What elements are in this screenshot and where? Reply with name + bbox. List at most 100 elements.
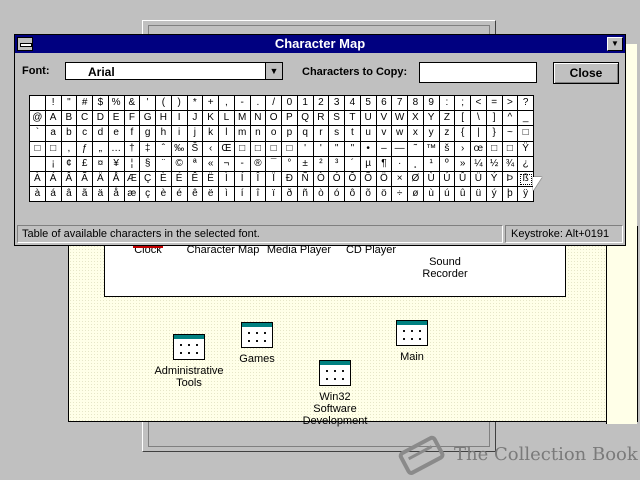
characters-to-copy-input[interactable] <box>419 62 537 83</box>
character-cell[interactable]: á <box>45 187 62 203</box>
character-cell[interactable]: # <box>77 96 93 112</box>
character-cell[interactable]: g <box>140 126 156 142</box>
character-cell[interactable]: ‡ <box>140 141 156 157</box>
character-cell[interactable]: ê <box>187 187 204 203</box>
character-cell[interactable]: - <box>234 96 251 112</box>
character-cell[interactable]: R <box>313 111 330 127</box>
character-cell[interactable]: " <box>329 141 345 157</box>
title-bar[interactable]: Character Map <box>15 35 625 53</box>
character-cell[interactable]: = <box>486 96 503 112</box>
character-cell[interactable]: M <box>234 111 251 127</box>
character-cell[interactable]: Å <box>108 171 125 188</box>
character-cell[interactable]: T <box>345 111 361 127</box>
character-cell[interactable]: Ä <box>93 171 109 188</box>
character-cell[interactable]: — <box>392 141 408 157</box>
character-cell[interactable]: É <box>171 171 188 188</box>
character-cell[interactable]: x <box>408 126 424 142</box>
character-cell[interactable]: ' <box>140 96 156 112</box>
character-cell[interactable]: Ò <box>313 171 330 188</box>
character-cell[interactable]: 4 <box>345 96 361 112</box>
character-cell[interactable]: í <box>234 187 251 203</box>
character-cell[interactable]: Ÿ <box>518 141 534 157</box>
character-cell[interactable]: _ <box>518 111 534 127</box>
character-cell[interactable]: š <box>439 141 456 157</box>
character-cell[interactable]: □ <box>282 141 298 157</box>
character-cell[interactable]: û <box>455 187 471 203</box>
character-cell[interactable]: Ø <box>408 171 424 188</box>
character-cell[interactable]: ô <box>345 187 361 203</box>
character-cell[interactable]: « <box>203 156 219 172</box>
character-cell[interactable]: ý <box>486 187 503 203</box>
character-cell[interactable]: " <box>345 141 361 157</box>
character-cell[interactable]: v <box>376 126 393 142</box>
character-cell[interactable]: Y <box>423 111 440 127</box>
character-cell[interactable]: ð <box>282 187 298 203</box>
character-cell[interactable]: c <box>77 126 93 142</box>
character-cell[interactable]: £ <box>77 156 93 172</box>
character-cell[interactable]: J <box>187 111 204 127</box>
character-cell[interactable]: ¥ <box>108 156 125 172</box>
character-cell[interactable]: ™ <box>423 141 440 157</box>
character-cell[interactable]: ß <box>518 171 534 188</box>
character-cell[interactable]: 3 <box>329 96 345 112</box>
character-cell[interactable]: h <box>156 126 172 142</box>
character-cell[interactable]: „ <box>93 141 109 157</box>
group-main[interactable]: Main <box>392 320 432 363</box>
character-cell[interactable]: s <box>329 126 345 142</box>
character-cell[interactable]: » <box>455 156 471 172</box>
character-cell[interactable]: b <box>61 126 78 142</box>
character-cell[interactable]: < <box>471 96 487 112</box>
character-cell[interactable]: ò <box>313 187 330 203</box>
character-cell[interactable]: f <box>124 126 141 142</box>
maximize-button[interactable]: ▼ <box>607 37 623 51</box>
character-cell[interactable]: • <box>360 141 377 157</box>
character-cell[interactable]: N <box>250 111 267 127</box>
character-cell[interactable]: ³ <box>329 156 345 172</box>
character-cell[interactable]: Ý <box>486 171 503 188</box>
character-cell[interactable]: § <box>140 156 156 172</box>
character-cell[interactable]: & <box>124 96 141 112</box>
character-cell[interactable]: Ú <box>439 171 456 188</box>
character-cell[interactable]: Æ <box>124 171 141 188</box>
character-cell[interactable]: P <box>282 111 298 127</box>
character-cell[interactable]: ¬ <box>219 156 235 172</box>
character-cell[interactable]: o <box>266 126 282 142</box>
character-cell[interactable]: × <box>392 171 408 188</box>
character-cell[interactable]: \ <box>471 111 487 127</box>
character-cell[interactable]: L <box>219 111 235 127</box>
character-cell[interactable]: ö <box>376 187 393 203</box>
character-cell[interactable]: ì <box>219 187 235 203</box>
character-cell[interactable]: œ <box>471 141 487 157</box>
character-cell[interactable]: › <box>455 141 471 157</box>
character-cell[interactable]: î <box>250 187 267 203</box>
character-cell[interactable]: } <box>486 126 503 142</box>
character-cell[interactable]: k <box>203 126 219 142</box>
character-cell[interactable]: ª <box>187 156 204 172</box>
character-cell[interactable]: Ð <box>282 171 298 188</box>
character-cell[interactable]: † <box>124 141 141 157</box>
character-cell[interactable]: Ó <box>329 171 345 188</box>
character-cell[interactable]: Ï <box>266 171 282 188</box>
character-cell[interactable]: G <box>140 111 156 127</box>
character-cell[interactable]: u <box>360 126 377 142</box>
character-cell[interactable]: + <box>203 96 219 112</box>
character-cell[interactable]: ø <box>408 187 424 203</box>
character-cell[interactable]: l <box>219 126 235 142</box>
character-cell[interactable]: Ù <box>423 171 440 188</box>
character-cell[interactable]: d <box>93 126 109 142</box>
character-cell[interactable]: V <box>376 111 393 127</box>
character-cell[interactable]: i <box>171 126 188 142</box>
character-cell[interactable]: □ <box>502 141 519 157</box>
character-cell[interactable]: Û <box>455 171 471 188</box>
character-cell[interactable]: q <box>297 126 314 142</box>
character-cell[interactable]: S <box>329 111 345 127</box>
character-cell[interactable]: ÷ <box>392 187 408 203</box>
character-cell[interactable]: ¦ <box>124 156 141 172</box>
character-cell[interactable]: ¹ <box>423 156 440 172</box>
character-cell[interactable]: ¾ <box>502 156 519 172</box>
character-cell[interactable]: Ì <box>219 171 235 188</box>
character-cell[interactable]: W <box>392 111 408 127</box>
character-cell[interactable]: ½ <box>486 156 503 172</box>
character-cell[interactable]: 7 <box>392 96 408 112</box>
character-cell[interactable]: Ô <box>345 171 361 188</box>
